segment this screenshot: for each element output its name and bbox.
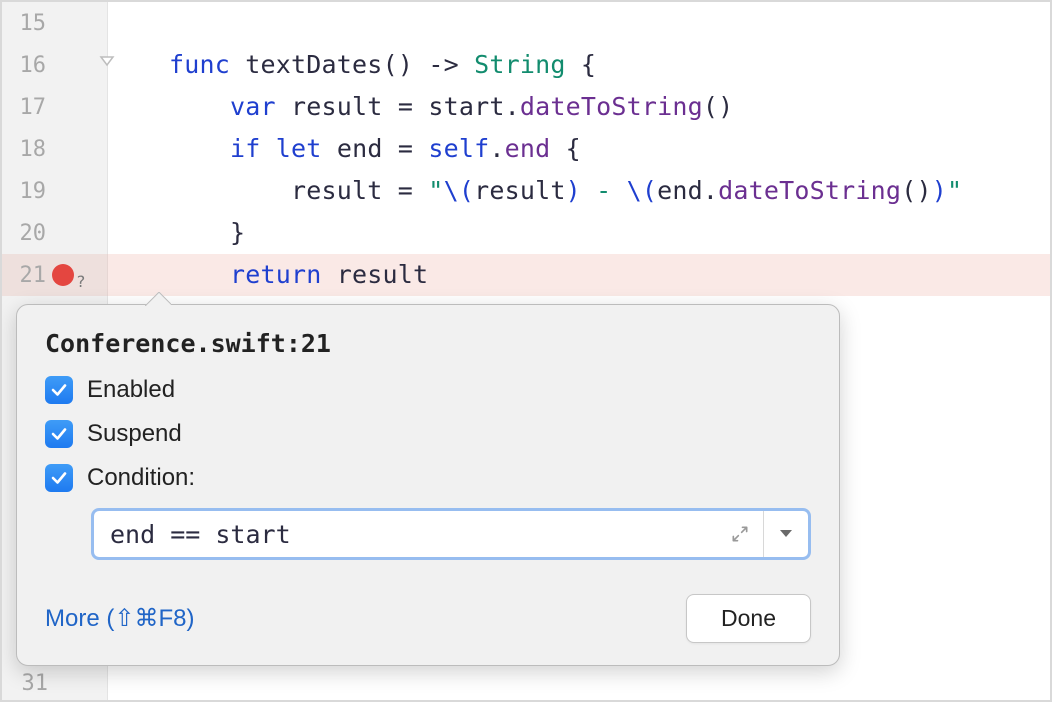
checkbox-suspend[interactable] <box>45 420 73 448</box>
enabled-label: Enabled <box>87 376 175 404</box>
breakpoint-popover: Conference.swift:21 Enabled Suspend Cond… <box>16 304 840 666</box>
line-number: 18 <box>2 137 46 162</box>
condition-input[interactable] <box>94 511 716 557</box>
code-text[interactable]: } <box>108 212 1050 254</box>
line-number: 20 <box>2 221 46 246</box>
gutter[interactable]: 19 <box>2 170 108 212</box>
gutter[interactable]: 21? <box>2 254 108 296</box>
code-text[interactable]: func textDates() -> String { <box>108 44 1050 86</box>
history-dropdown-button[interactable] <box>764 511 808 557</box>
enabled-row[interactable]: Enabled <box>45 376 811 404</box>
checkmark-icon <box>50 469 68 487</box>
code-text[interactable]: result = "\(result) - \(end.dateToString… <box>108 170 1050 212</box>
line-number: 21 <box>2 263 46 288</box>
line-number: 19 <box>2 179 46 204</box>
popover-arrow-icon <box>145 292 171 306</box>
expand-button[interactable] <box>716 511 764 557</box>
code-line[interactable]: 18 if let end = self.end { <box>2 128 1050 170</box>
condition-input-wrap <box>91 508 811 560</box>
checkmark-icon <box>50 381 68 399</box>
more-link[interactable]: More (⇧⌘F8) <box>45 604 194 633</box>
code-line[interactable]: 15 <box>2 2 1050 44</box>
code-text[interactable] <box>108 2 1050 44</box>
code-text[interactable]: if let end = self.end { <box>108 128 1050 170</box>
breakpoint-icon[interactable] <box>52 264 74 286</box>
line-number: 31 <box>4 671 48 696</box>
code-line[interactable]: 19 result = "\(result) - \(end.dateToStr… <box>2 170 1050 212</box>
checkmark-icon <box>50 425 68 443</box>
condition-label: Condition: <box>87 464 195 492</box>
code-line[interactable]: 17 var result = start.dateToString() <box>2 86 1050 128</box>
gutter[interactable]: 18 <box>2 128 108 170</box>
checkbox-condition[interactable] <box>45 464 73 492</box>
condition-row[interactable]: Condition: <box>45 464 811 492</box>
expand-icon <box>730 524 750 544</box>
chevron-down-icon <box>779 529 793 539</box>
line-number: 17 <box>2 95 46 120</box>
suspend-row[interactable]: Suspend <box>45 420 811 448</box>
conditional-breakpoint-indicator: ? <box>76 272 86 291</box>
gutter[interactable]: 20 <box>2 212 108 254</box>
code-line[interactable]: 16 func textDates() -> String { <box>2 44 1050 86</box>
gutter[interactable]: 17 <box>2 86 108 128</box>
code-line[interactable]: 20 } <box>2 212 1050 254</box>
gutter[interactable]: 16 <box>2 44 108 86</box>
fold-handle-icon[interactable] <box>99 55 115 75</box>
code-text[interactable]: var result = start.dateToString() <box>108 86 1050 128</box>
suspend-label: Suspend <box>87 420 182 448</box>
popover-title: Conference.swift:21 <box>45 329 811 358</box>
code-line[interactable]: 21? return result <box>2 254 1050 296</box>
checkbox-enabled[interactable] <box>45 376 73 404</box>
done-button[interactable]: Done <box>686 594 811 643</box>
line-number: 16 <box>2 53 46 78</box>
line-number: 15 <box>2 11 46 36</box>
code-text[interactable]: return result <box>108 254 1050 296</box>
gutter[interactable]: 15 <box>2 2 108 44</box>
